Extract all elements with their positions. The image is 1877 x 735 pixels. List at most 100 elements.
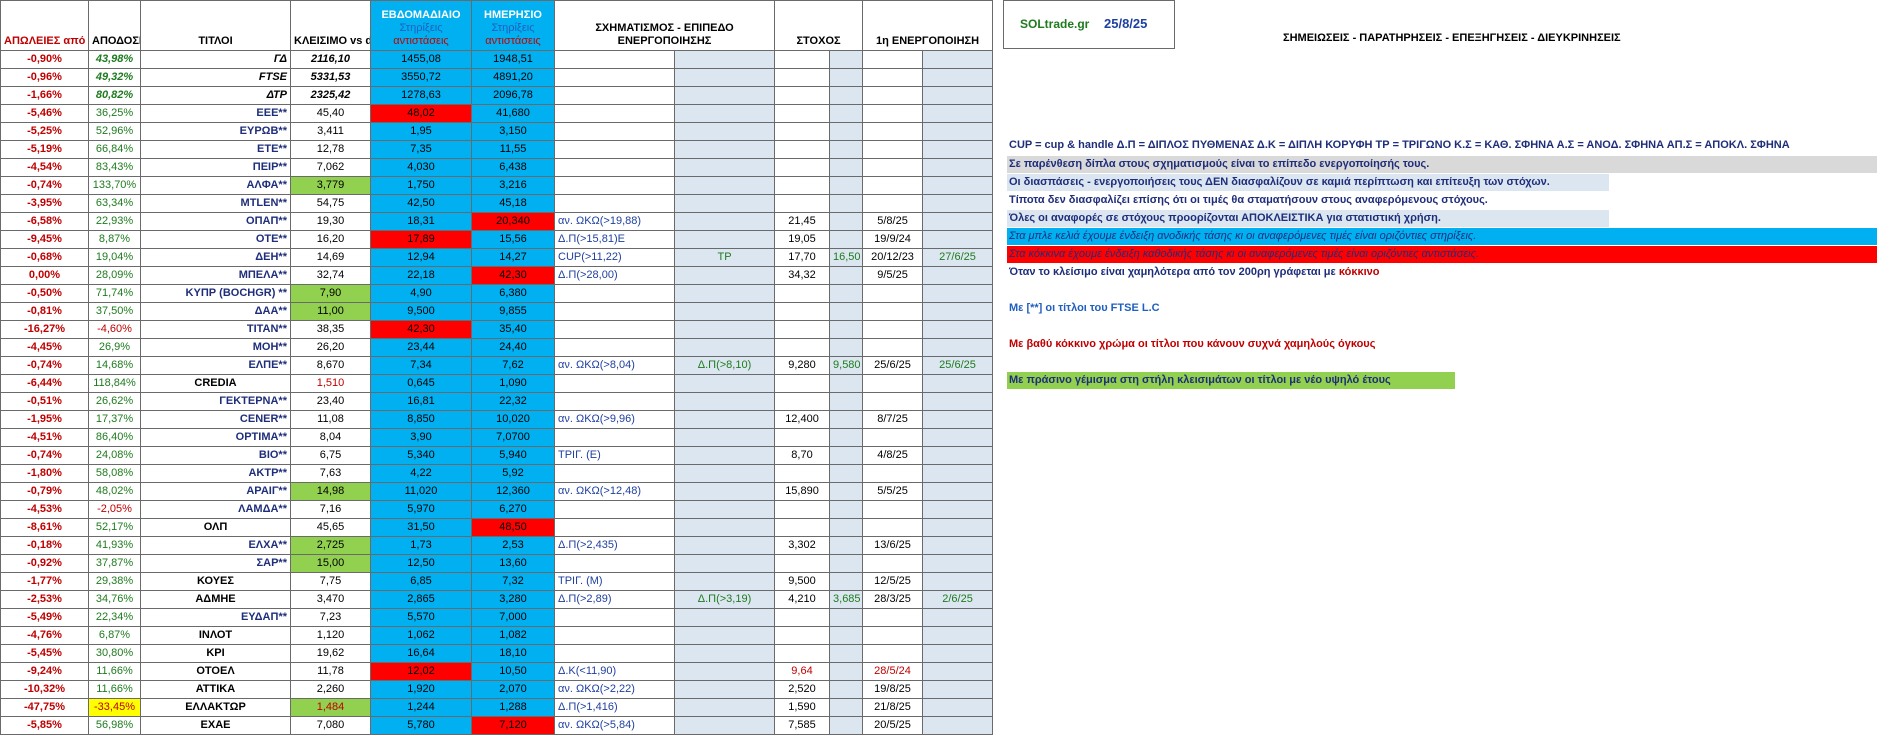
weekly-cell: 42,30 <box>370 320 472 339</box>
title-cell: ΕΥΡΩΒ** <box>140 122 291 141</box>
title-cell: ΤΙΤΑΝ** <box>140 320 291 339</box>
stocks-table-body: -0,90% 43,98% ΓΔ 2116,10 1455,08 1948,51 -0,96… <box>0 50 994 735</box>
close-cell: 7,23 <box>290 608 371 627</box>
loss-cell: -47,75% <box>0 698 89 717</box>
loss-cell: -4,53% <box>0 500 89 519</box>
loss-cell: -5,46% <box>0 104 89 123</box>
return-cell: 52,17% <box>88 518 141 537</box>
weekly-cell: 16,64 <box>370 644 472 663</box>
activation-secondary-cell <box>922 338 994 357</box>
daily-cell: 7,000 <box>471 608 555 627</box>
target-secondary-cell <box>829 266 864 285</box>
note-targets: Τίποτα δεν διασφαλίζει επίσης ότι οι τιμ… <box>1009 194 1488 206</box>
close-cell: 12,78 <box>290 140 371 159</box>
pattern-secondary-cell <box>673 122 776 141</box>
daily-cell: 6,438 <box>471 158 555 177</box>
target-cell <box>774 86 831 105</box>
pattern-secondary-cell <box>673 68 776 87</box>
loss-cell: -0,50% <box>0 284 89 303</box>
table-row: -3,95% 63,34% MTLEN** 54,75 42,50 45,18 <box>0 194 994 213</box>
pattern-cell <box>554 392 675 411</box>
close-cell: 15,00 <box>290 554 371 573</box>
pattern-cell <box>554 608 675 627</box>
target-secondary-cell <box>829 698 864 717</box>
target-cell: 15,890 <box>774 482 831 501</box>
activation-cell: 8/7/25 <box>862 410 924 429</box>
target-secondary-cell <box>829 122 864 141</box>
close-cell: 1,510 <box>290 374 371 393</box>
target-secondary-cell <box>829 320 864 339</box>
return-cell: 36,25% <box>88 104 141 123</box>
loss-cell: -0,92% <box>0 554 89 573</box>
weekly-cell: 1278,63 <box>370 86 472 105</box>
activation-secondary-cell <box>922 626 994 645</box>
activation-cell: 19/8/25 <box>862 680 924 699</box>
notes-title: ΣΗΜΕΙΩΣΕΙΣ - ΠΑΡΑΤΗΡΗΣΕΙΣ - ΕΠΕΞΗΓΗΣΕΙΣ … <box>1283 32 1621 44</box>
close-cell: 6,75 <box>290 446 371 465</box>
return-cell: 26,9% <box>88 338 141 357</box>
activation-secondary-cell <box>922 284 994 303</box>
activation-cell <box>862 644 924 663</box>
loss-cell: -1,95% <box>0 410 89 429</box>
title-cell: ΟΤΕ** <box>140 230 291 249</box>
daily-cell: 2,53 <box>471 536 555 555</box>
loss-cell: -1,66% <box>0 86 89 105</box>
daily-cell: 3,280 <box>471 590 555 609</box>
activation-cell: 12/5/25 <box>862 572 924 591</box>
note-legend: CUP = cup & handle Δ.Π = ΔΙΠΛΟΣ ΠΥΘΜΕΝΑΣ… <box>1009 139 1790 151</box>
weekly-cell: 1,920 <box>370 680 472 699</box>
loss-cell: -4,76% <box>0 626 89 645</box>
pattern-secondary-cell <box>673 302 776 321</box>
return-cell: 41,93% <box>88 536 141 555</box>
target-cell: 9,500 <box>774 572 831 591</box>
daily-cell: 4891,20 <box>471 68 555 87</box>
close-cell: 11,78 <box>290 662 371 681</box>
target-cell <box>774 50 831 69</box>
title-cell: ΣΑΡ** <box>140 554 291 573</box>
title-cell: ΕΛΠΕ** <box>140 356 291 375</box>
header-return: ΑΠΟΔΟΣΗ 2025 <box>88 0 141 51</box>
activation-cell <box>862 554 924 573</box>
target-secondary-cell <box>829 284 864 303</box>
loss-cell: -3,95% <box>0 194 89 213</box>
pattern-cell: αν. ΩΚΩ(>8,04) <box>554 356 675 375</box>
title-cell: ΓΕΚΤΕΡΝΑ** <box>140 392 291 411</box>
table-row: -1,66% 80,82% ΔΤΡ 2325,42 1278,63 2096,78 <box>0 86 994 105</box>
return-cell: 43,98% <box>88 50 141 69</box>
daily-cell: 20,340 <box>471 212 555 231</box>
target-secondary-cell <box>829 464 864 483</box>
target-secondary-cell <box>829 104 864 123</box>
note-statistical: Όλες οι αναφορές σε στόχους προορίζονται… <box>1007 210 1609 227</box>
activation-secondary-cell <box>922 572 994 591</box>
target-secondary-cell <box>829 86 864 105</box>
activation-cell <box>862 194 924 213</box>
pattern-cell: αν. ΩΚΩ(>19,88) <box>554 212 675 231</box>
table-row: -10,32% 11,66% ΑΤΤΙΚΑ 2,260 1,920 2,070 αν. ΩΚ… <box>0 680 994 699</box>
pattern-cell: Δ.Π(>2,89) <box>554 590 675 609</box>
daily-cell: 1,090 <box>471 374 555 393</box>
pattern-secondary-cell: Δ.Π(>3,19) <box>673 590 776 609</box>
target-secondary-cell <box>829 608 864 627</box>
activation-secondary-cell <box>922 158 994 177</box>
target-cell <box>774 464 831 483</box>
activation-secondary-cell <box>922 482 994 501</box>
daily-cell: 48,50 <box>471 518 555 537</box>
pattern-secondary-cell <box>673 410 776 429</box>
title-cell: CENER** <box>140 410 291 429</box>
weekly-cell: 4,030 <box>370 158 472 177</box>
title-cell: ΔΑΑ** <box>140 302 291 321</box>
target-cell <box>774 302 831 321</box>
close-cell: 19,62 <box>290 644 371 663</box>
target-secondary-cell <box>829 518 864 537</box>
target-cell <box>774 644 831 663</box>
note-ema200-red: κόκκινο <box>1338 266 1380 278</box>
target-secondary-cell <box>829 176 864 195</box>
pattern-secondary-cell <box>673 680 776 699</box>
return-cell: -2,05% <box>88 500 141 519</box>
table-row: -4,51% 86,40% OPTIMA** 8,04 3,90 7,0700 <box>0 428 994 447</box>
return-cell: 26,62% <box>88 392 141 411</box>
title-cell: ΑΚΤΡ** <box>140 464 291 483</box>
pattern-secondary-cell <box>673 86 776 105</box>
activation-cell: 9/5/25 <box>862 266 924 285</box>
table-row: -5,19% 66,84% ΕΤΕ** 12,78 7,35 11,55 <box>0 140 994 159</box>
